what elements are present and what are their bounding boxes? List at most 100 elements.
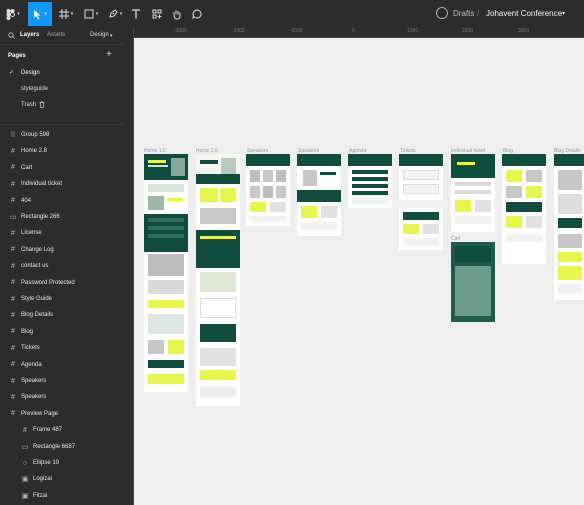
frame-tool-button[interactable]: ▾	[56, 2, 76, 26]
frame-icon: #	[11, 393, 15, 401]
frame-speakers-2[interactable]	[297, 154, 341, 236]
frame-icon: #	[11, 197, 15, 205]
chevron-down-icon: ▾	[17, 11, 20, 17]
frame-cart[interactable]	[451, 242, 495, 322]
frame-icon: #	[23, 426, 27, 434]
layer-row[interactable]: # Blog Details	[0, 308, 124, 323]
breadcrumb-drafts[interactable]: Drafts	[453, 9, 474, 18]
image-icon: ▣	[21, 492, 29, 500]
layer-row[interactable]: # Agenda	[0, 358, 124, 373]
layer-label: Frame 487	[33, 427, 63, 434]
frame-individual-ticket[interactable]	[451, 154, 495, 232]
frame-speakers-1[interactable]	[246, 154, 290, 226]
layer-label: Cart	[21, 164, 33, 171]
comment-tool-button[interactable]	[189, 2, 205, 26]
layer-row[interactable]: # Preview Page	[0, 407, 124, 422]
frame-blog[interactable]	[502, 154, 546, 264]
page-label: Trash	[21, 102, 37, 108]
chevron-down-icon[interactable]: ▾	[110, 33, 113, 39]
layer-row[interactable]: # Blog	[0, 325, 124, 340]
layer-label: Individual ticket	[21, 181, 63, 188]
ruler-tick: 2000	[462, 28, 474, 34]
layer-row[interactable]: ▭ Rectangle 266	[0, 210, 124, 225]
frame-home-2[interactable]	[196, 154, 240, 406]
chevron-down-icon: ▾	[119, 11, 123, 17]
frame-icon: #	[11, 311, 15, 319]
chevron-down-icon: ▾	[95, 11, 99, 17]
frame-agenda[interactable]	[348, 154, 392, 208]
layer-label: Agenda	[21, 361, 42, 368]
chevron-down-icon: ▾	[70, 11, 74, 17]
layer-row[interactable]: #404	[0, 194, 124, 209]
tab-layers[interactable]: Layers	[20, 32, 39, 38]
frame-icon: #	[11, 246, 15, 254]
pages-header: Pages	[8, 53, 26, 59]
layer-label: Group 598	[21, 132, 50, 138]
pen-icon	[109, 9, 118, 18]
frame-icon: #	[11, 410, 15, 418]
layer-row[interactable]: ⠿ Group 598	[0, 128, 124, 143]
layer-row[interactable]: # Change Log	[0, 243, 124, 258]
layer-label: Rectangle 266	[21, 214, 60, 220]
layer-label: License	[21, 230, 42, 237]
add-page-icon[interactable]: +	[106, 49, 112, 60]
comment-icon	[192, 9, 202, 19]
layer-row-child[interactable]: ▣ Fitzai	[0, 489, 124, 504]
search-icon[interactable]	[8, 32, 15, 39]
frame-home-1[interactable]	[144, 154, 188, 392]
page-label: Design	[21, 70, 40, 76]
frame-tickets[interactable]	[399, 154, 443, 200]
ruler-tick: 3000	[518, 28, 530, 34]
frame-icon: #	[11, 147, 15, 155]
page-dropdown[interactable]: Design	[90, 32, 109, 38]
chevron-down-icon[interactable]: ▾	[562, 10, 565, 17]
main-menu-button[interactable]: ▾	[3, 2, 23, 26]
text-tool-button[interactable]	[128, 2, 144, 26]
layer-row[interactable]: # Cart	[0, 161, 124, 176]
layer-label: 404	[21, 197, 32, 204]
page-item-design[interactable]: ✓ Design	[0, 66, 124, 80]
frame-tickets-2[interactable]	[399, 208, 443, 250]
resources-button[interactable]	[149, 2, 165, 26]
layer-row[interactable]: # Home 2.8	[0, 144, 124, 159]
breadcrumb-separator: /	[477, 9, 480, 18]
pen-tool-button[interactable]: ▾	[105, 2, 125, 26]
ruler-tick: 1000	[407, 28, 419, 34]
frame-icon: #	[11, 295, 15, 303]
file-name[interactable]: Johavent Conference	[486, 9, 562, 18]
layer-row[interactable]: # Style Guide	[0, 292, 124, 307]
tab-assets[interactable]: Assets	[47, 32, 65, 38]
frame-hash-icon	[58, 9, 69, 19]
ruler-tick: -3000	[174, 28, 187, 34]
hand-tool-button[interactable]	[169, 2, 185, 26]
frame-icon: #	[11, 180, 15, 188]
layer-label: Fitzai	[33, 492, 48, 499]
layer-label: Preview Page	[21, 410, 59, 417]
layer-label: Password Protected	[21, 279, 75, 286]
frame-blog-details[interactable]	[554, 154, 584, 300]
layer-row[interactable]: # License	[0, 226, 124, 241]
layer-label: Change Log	[21, 246, 54, 253]
layer-row[interactable]: # contact us	[0, 259, 124, 274]
layer-row-child[interactable]: ▭ Rectangle 6687	[0, 440, 124, 455]
layer-label: Speakers	[21, 394, 47, 401]
layer-row-child[interactable]: # Frame 487	[0, 423, 124, 438]
layer-label: Logizai	[33, 476, 53, 483]
layer-row[interactable]: # Password Protected	[0, 276, 124, 291]
layer-row[interactable]: # Individual ticket	[0, 177, 124, 192]
move-tool-button[interactable]: ▾	[28, 2, 52, 26]
layer-row[interactable]: # Tickets	[0, 341, 124, 356]
page-item-trash[interactable]: Trash	[0, 98, 124, 112]
user-avatar-icon[interactable]	[436, 7, 448, 19]
shape-tool-button[interactable]: ▾	[81, 2, 101, 26]
layer-row[interactable]: # Speakers	[0, 390, 124, 405]
layer-row-child[interactable]: ○ Ellipse 19	[0, 456, 124, 471]
toolbar: ▾ ▾ ▾ ▾ ▾ Drafts / Johavent Conference ▾	[0, 0, 584, 29]
layer-row[interactable]: # Speakers	[0, 374, 124, 389]
layer-row-child[interactable]: ▣ Logizai	[0, 472, 124, 487]
canvas[interactable]: -3000 -2000 -1000 0 1000 2000 3000 7500 …	[124, 28, 584, 505]
layer-label: Speakers	[21, 378, 47, 384]
layer-label: Home 2.8	[21, 148, 48, 155]
frame-icon: #	[11, 164, 15, 172]
page-item-styleguide[interactable]: styleguide	[0, 82, 124, 96]
